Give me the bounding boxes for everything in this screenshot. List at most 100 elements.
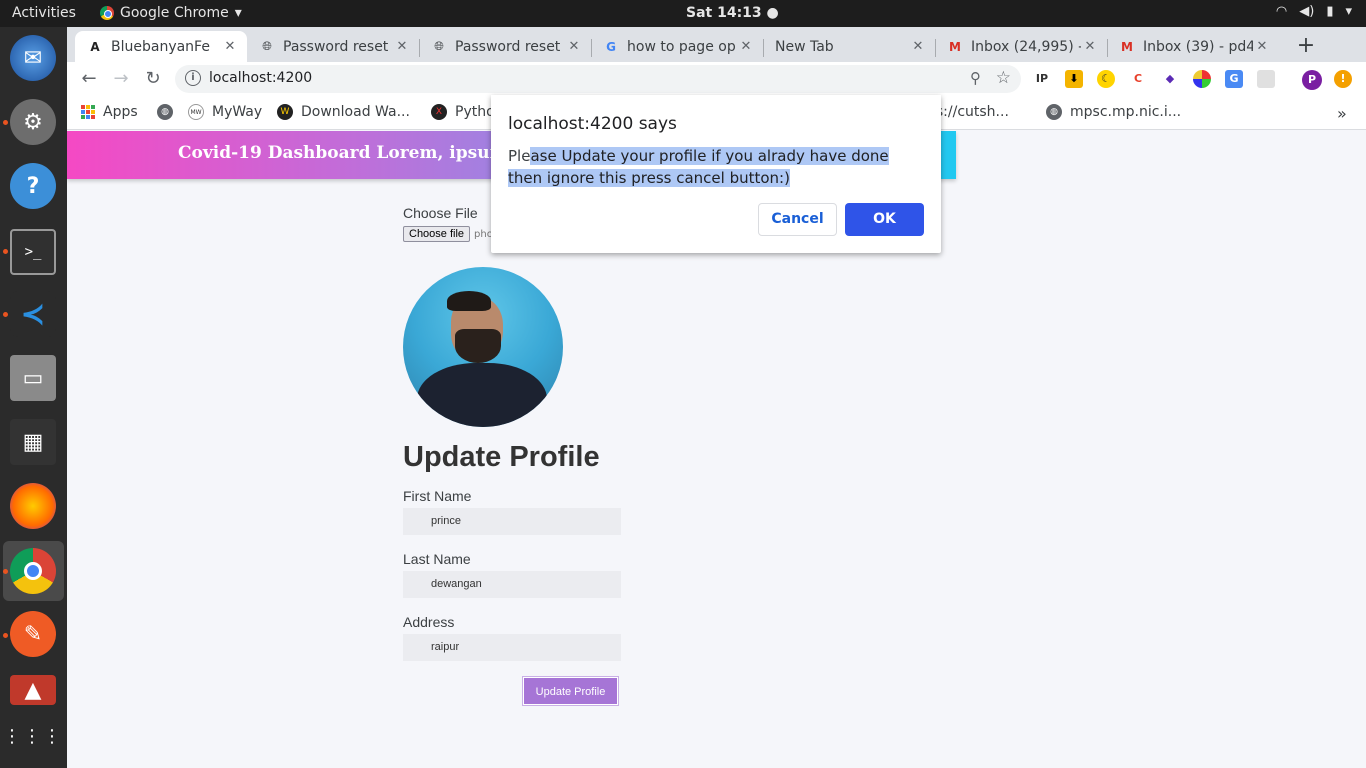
running-indicator bbox=[3, 569, 8, 574]
battery-icon: ▮ bbox=[1326, 4, 1334, 19]
first-name-field[interactable]: prince bbox=[403, 508, 621, 535]
code-extension-icon[interactable]: C bbox=[1129, 70, 1147, 88]
photo-body bbox=[417, 363, 547, 427]
bookmarks-overflow-icon[interactable]: » bbox=[1337, 104, 1347, 123]
chevron-down-icon: ▾ bbox=[1345, 4, 1352, 19]
url-text: localhost:4200 bbox=[209, 70, 313, 86]
help-icon[interactable]: ? bbox=[10, 163, 56, 209]
tab-new-tab[interactable]: New Tab ✕ bbox=[763, 31, 935, 62]
info-icon[interactable]: i bbox=[185, 70, 201, 86]
bookmark-apps[interactable]: Apps bbox=[81, 104, 138, 120]
zoom-icon[interactable]: ⚲ bbox=[970, 69, 981, 87]
tab-bluebanyan[interactable]: A BluebanyanFe ✕ bbox=[75, 31, 247, 62]
tab-strip: A BluebanyanFe ✕ 🌐︎ Password reset ✕ 🌐︎ … bbox=[67, 27, 1366, 62]
tab-google-search[interactable]: G how to page op ✕ bbox=[591, 31, 763, 62]
download-extension-icon[interactable]: ⬇ bbox=[1065, 70, 1083, 88]
app-icon[interactable]: ▲ bbox=[10, 675, 56, 705]
chrome-dock-icon[interactable] bbox=[10, 548, 56, 594]
close-icon[interactable]: ✕ bbox=[909, 39, 927, 54]
grid-extension-icon[interactable] bbox=[1257, 70, 1275, 88]
bookmark-label: Apps bbox=[103, 104, 138, 120]
globe-icon: 🌐︎ bbox=[434, 39, 444, 53]
bookmark-myway[interactable]: MW MyWay bbox=[188, 104, 262, 120]
running-indicator bbox=[3, 120, 8, 125]
address-bar[interactable]: i localhost:4200 ⚲ ☆ bbox=[175, 65, 1021, 93]
angular-icon: A bbox=[90, 39, 100, 54]
myway-icon: MW bbox=[188, 104, 204, 120]
bookmark-label: mpsc.mp.nic.i... bbox=[1070, 104, 1182, 120]
forward-button[interactable]: → bbox=[109, 67, 133, 91]
system-top-bar: Activities Google Chrome ▾ Sat 14:13 ● ◠… bbox=[0, 0, 1366, 27]
close-icon[interactable]: ✕ bbox=[1253, 39, 1271, 54]
tab-inbox-2[interactable]: M Inbox (39) - pd4 ✕ bbox=[1107, 31, 1279, 62]
system-tray[interactable]: ◠ ◀) ▮ ▾ bbox=[1276, 4, 1352, 19]
bookmark-download[interactable]: W Download Wa... bbox=[277, 104, 410, 120]
files-icon[interactable]: ▭ bbox=[10, 355, 56, 401]
update-alert-icon[interactable]: ! bbox=[1334, 70, 1352, 88]
bookmark-label: Download Wa... bbox=[301, 104, 410, 120]
globe-icon: ◍ bbox=[157, 104, 173, 120]
moon-extension-icon[interactable]: ☾ bbox=[1097, 70, 1115, 88]
layers-extension-icon[interactable]: ◆ bbox=[1161, 70, 1179, 88]
color-picker-extension-icon[interactable] bbox=[1193, 70, 1211, 88]
photo-beard bbox=[455, 329, 501, 363]
tab-inbox-1[interactable]: M Inbox (24,995) - ✕ bbox=[935, 31, 1107, 62]
bookmark-star-icon[interactable]: ☆ bbox=[996, 68, 1011, 88]
dialog-message-selected: ase Update your profile if you alrady ha… bbox=[508, 147, 889, 187]
firefox-icon[interactable] bbox=[10, 483, 56, 529]
running-indicator bbox=[3, 633, 8, 638]
tab-password-reset-2[interactable]: 🌐︎ Password reset ✕ bbox=[419, 31, 591, 62]
clock[interactable]: Sat 14:13 ● bbox=[686, 5, 779, 21]
tab-label: New Tab bbox=[775, 38, 834, 55]
tab-label: Inbox (24,995) - bbox=[971, 38, 1081, 55]
bookmark-mpsc[interactable]: ◍ mpsc.mp.nic.i... bbox=[1046, 104, 1181, 120]
bookmark-label: Pytho bbox=[455, 104, 495, 120]
page-title: Update Profile bbox=[403, 441, 600, 473]
postman-icon[interactable]: ✎ bbox=[10, 611, 56, 657]
app-menu[interactable]: Google Chrome ▾ bbox=[100, 5, 242, 21]
close-icon[interactable]: ✕ bbox=[393, 39, 411, 54]
video-editor-icon[interactable]: ▦ bbox=[10, 419, 56, 465]
tab-password-reset-1[interactable]: 🌐︎ Password reset ✕ bbox=[247, 31, 419, 62]
tab-label: Password reset bbox=[283, 38, 389, 55]
update-profile-button[interactable]: Update Profile bbox=[523, 677, 618, 705]
translate-extension-icon[interactable]: G bbox=[1225, 70, 1243, 88]
ip-extension-icon[interactable]: IP bbox=[1033, 70, 1051, 88]
ok-button[interactable]: OK bbox=[845, 203, 924, 236]
globe-icon: 🌐︎ bbox=[262, 39, 272, 53]
globe-icon: ◍ bbox=[1046, 104, 1062, 120]
dialog-title: localhost:4200 says bbox=[508, 114, 677, 134]
close-icon[interactable]: ✕ bbox=[565, 39, 583, 54]
bookmark-globe[interactable]: ◍ bbox=[157, 104, 173, 120]
address-field[interactable]: raipur bbox=[403, 634, 621, 661]
wifi-icon: ◠ bbox=[1275, 4, 1288, 19]
bookmark-label: MyWay bbox=[212, 104, 263, 120]
terminal-icon[interactable]: >_ bbox=[10, 229, 56, 275]
close-icon[interactable]: ✕ bbox=[737, 39, 755, 54]
first-name-group: First Name prince bbox=[403, 488, 623, 535]
settings-icon[interactable]: ⚙ bbox=[10, 99, 56, 145]
profile-avatar[interactable]: P bbox=[1302, 70, 1322, 90]
cancel-button[interactable]: Cancel bbox=[758, 203, 837, 236]
vscode-icon[interactable]: ≺ bbox=[10, 291, 56, 337]
close-icon[interactable]: ✕ bbox=[1081, 39, 1099, 54]
address-label: Address bbox=[403, 614, 455, 630]
close-icon[interactable]: ✕ bbox=[221, 39, 239, 54]
show-apps-icon[interactable]: ⋮⋮⋮ bbox=[3, 713, 61, 759]
running-indicator bbox=[3, 249, 8, 254]
running-indicator bbox=[3, 312, 8, 317]
last-name-group: Last Name dewangan bbox=[403, 551, 623, 598]
dock: ✉ ⚙ ? >_ ≺ ▭ ▦ ✎ ▲ ⋮⋮⋮ bbox=[0, 27, 67, 768]
tab-label: how to page op bbox=[627, 38, 736, 55]
chrome-icon bbox=[100, 6, 114, 20]
last-name-field[interactable]: dewangan bbox=[403, 571, 621, 598]
choose-file-button[interactable]: Choose file bbox=[403, 226, 471, 242]
back-button[interactable]: ← bbox=[77, 67, 101, 91]
new-tab-button[interactable]: + bbox=[1293, 33, 1319, 58]
activities-button[interactable]: Activities bbox=[12, 5, 76, 21]
reload-button[interactable]: ↻ bbox=[141, 67, 165, 91]
bookmark-python[interactable]: X Pytho bbox=[431, 104, 495, 120]
profile-photo bbox=[403, 267, 563, 427]
thunderbird-icon[interactable]: ✉ bbox=[10, 35, 56, 81]
gmail-icon: M bbox=[1121, 39, 1133, 54]
